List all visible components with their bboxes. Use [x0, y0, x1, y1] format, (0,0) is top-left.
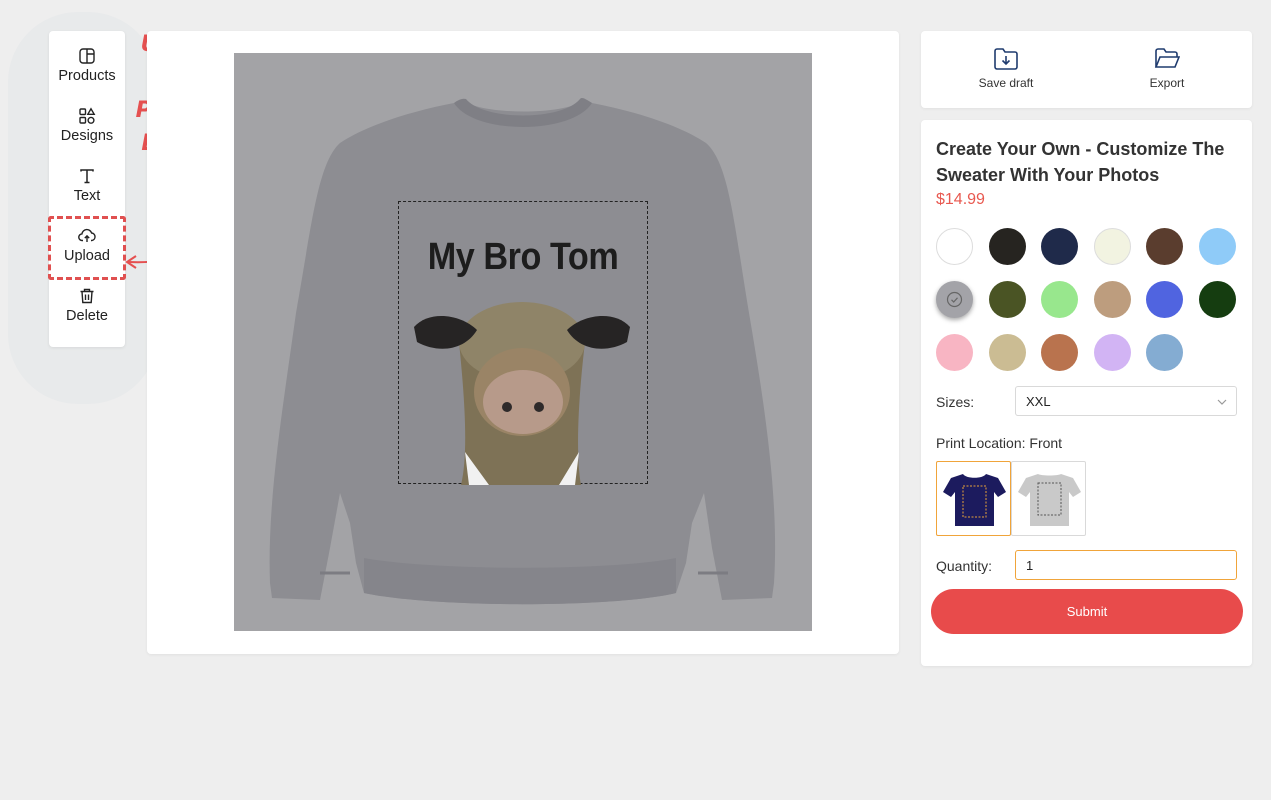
color-swatch[interactable]	[1146, 281, 1183, 318]
toolbar-item-delete[interactable]: Delete	[49, 287, 125, 341]
color-swatch[interactable]	[936, 228, 973, 265]
save-draft-button[interactable]: Save draft	[946, 47, 1066, 90]
color-swatch[interactable]	[1041, 281, 1078, 318]
print-location-back[interactable]	[1011, 461, 1086, 536]
actions-card: Save draft Export	[921, 31, 1252, 108]
toolbar-item-products[interactable]: Products	[49, 47, 125, 101]
print-location-front[interactable]	[936, 461, 1011, 536]
trash-icon	[49, 287, 125, 305]
color-swatch[interactable]	[1093, 228, 1131, 265]
check-circle-icon	[946, 291, 963, 308]
design-canvas-card: My Bro Tom	[147, 31, 899, 654]
quantity-label: Quantity:	[936, 558, 993, 574]
size-select[interactable]: XXL	[1015, 386, 1237, 416]
export-button[interactable]: Export	[1107, 47, 1227, 90]
color-swatch[interactable]	[1041, 228, 1078, 265]
product-title: Create Your Own - Customize The Sweater …	[936, 139, 1225, 185]
save-draft-icon	[946, 47, 1066, 71]
cow-photo-layer[interactable]	[399, 202, 649, 485]
product-price: $14.99	[936, 191, 985, 208]
color-swatch[interactable]	[988, 281, 1026, 318]
submit-button[interactable]: Submit	[931, 589, 1243, 634]
print-location-label: Print Location: Front	[936, 435, 1063, 451]
color-swatch[interactable]	[936, 334, 973, 371]
color-swatch[interactable]	[936, 281, 973, 318]
product-canvas[interactable]: My Bro Tom	[234, 53, 812, 631]
color-swatch[interactable]	[1146, 228, 1183, 265]
toolbar-item-label: Products	[58, 68, 116, 84]
product-options-card: Create Your Own - Customize The Sweater …	[921, 120, 1252, 666]
tshirt-back-icon	[1018, 474, 1081, 526]
color-swatch[interactable]	[988, 228, 1026, 265]
chevron-down-icon	[1216, 396, 1228, 408]
panel-icon	[49, 47, 125, 65]
export-label: Export	[1149, 76, 1185, 90]
toolbar-item-text[interactable]: Text	[49, 167, 125, 221]
toolbar-item-label: Delete	[66, 308, 108, 324]
print-area[interactable]: My Bro Tom	[398, 201, 649, 485]
color-swatch[interactable]	[1041, 334, 1078, 371]
quantity-input[interactable]	[1015, 550, 1237, 580]
shapes-icon	[49, 107, 125, 125]
left-toolbar: Products Designs Text Upload Delete	[48, 31, 126, 347]
toolbar-item-designs[interactable]: Designs	[49, 107, 125, 161]
text-icon	[49, 167, 125, 185]
color-swatch[interactable]	[1198, 228, 1236, 265]
size-select-value: XXL	[1026, 394, 1051, 409]
color-swatch[interactable]	[988, 334, 1026, 371]
color-swatch[interactable]	[1093, 281, 1131, 318]
save-draft-label: Save draft	[978, 76, 1034, 90]
toolbar-item-label: Text	[73, 188, 101, 204]
toolbar-item-upload[interactable]: Upload	[48, 216, 126, 280]
cloud-upload-icon	[49, 227, 125, 245]
color-swatch[interactable]	[1198, 281, 1236, 318]
color-swatch[interactable]	[1093, 334, 1131, 371]
toolbar-item-label: Upload	[64, 248, 110, 264]
sizes-label: Sizes:	[936, 394, 975, 410]
tshirt-front-icon	[943, 474, 1006, 526]
color-swatch[interactable]	[1146, 334, 1183, 371]
toolbar-item-label: Designs	[60, 128, 114, 144]
folder-open-icon	[1107, 47, 1227, 71]
